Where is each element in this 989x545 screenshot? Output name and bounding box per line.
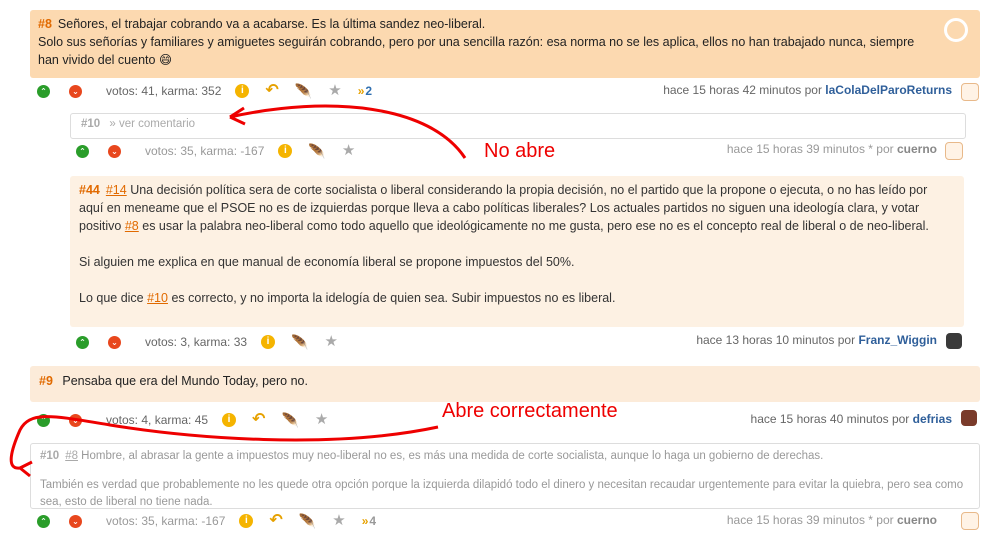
arrow-head [19, 460, 33, 478]
arrow-no-abre [229, 104, 467, 159]
arrow-abre [9, 415, 439, 470]
annotation-arrows [9, 104, 467, 478]
annotation-no-abre: No abre [484, 140, 556, 162]
annotation-abre-correctamente: Abre correctamente [442, 400, 618, 422]
